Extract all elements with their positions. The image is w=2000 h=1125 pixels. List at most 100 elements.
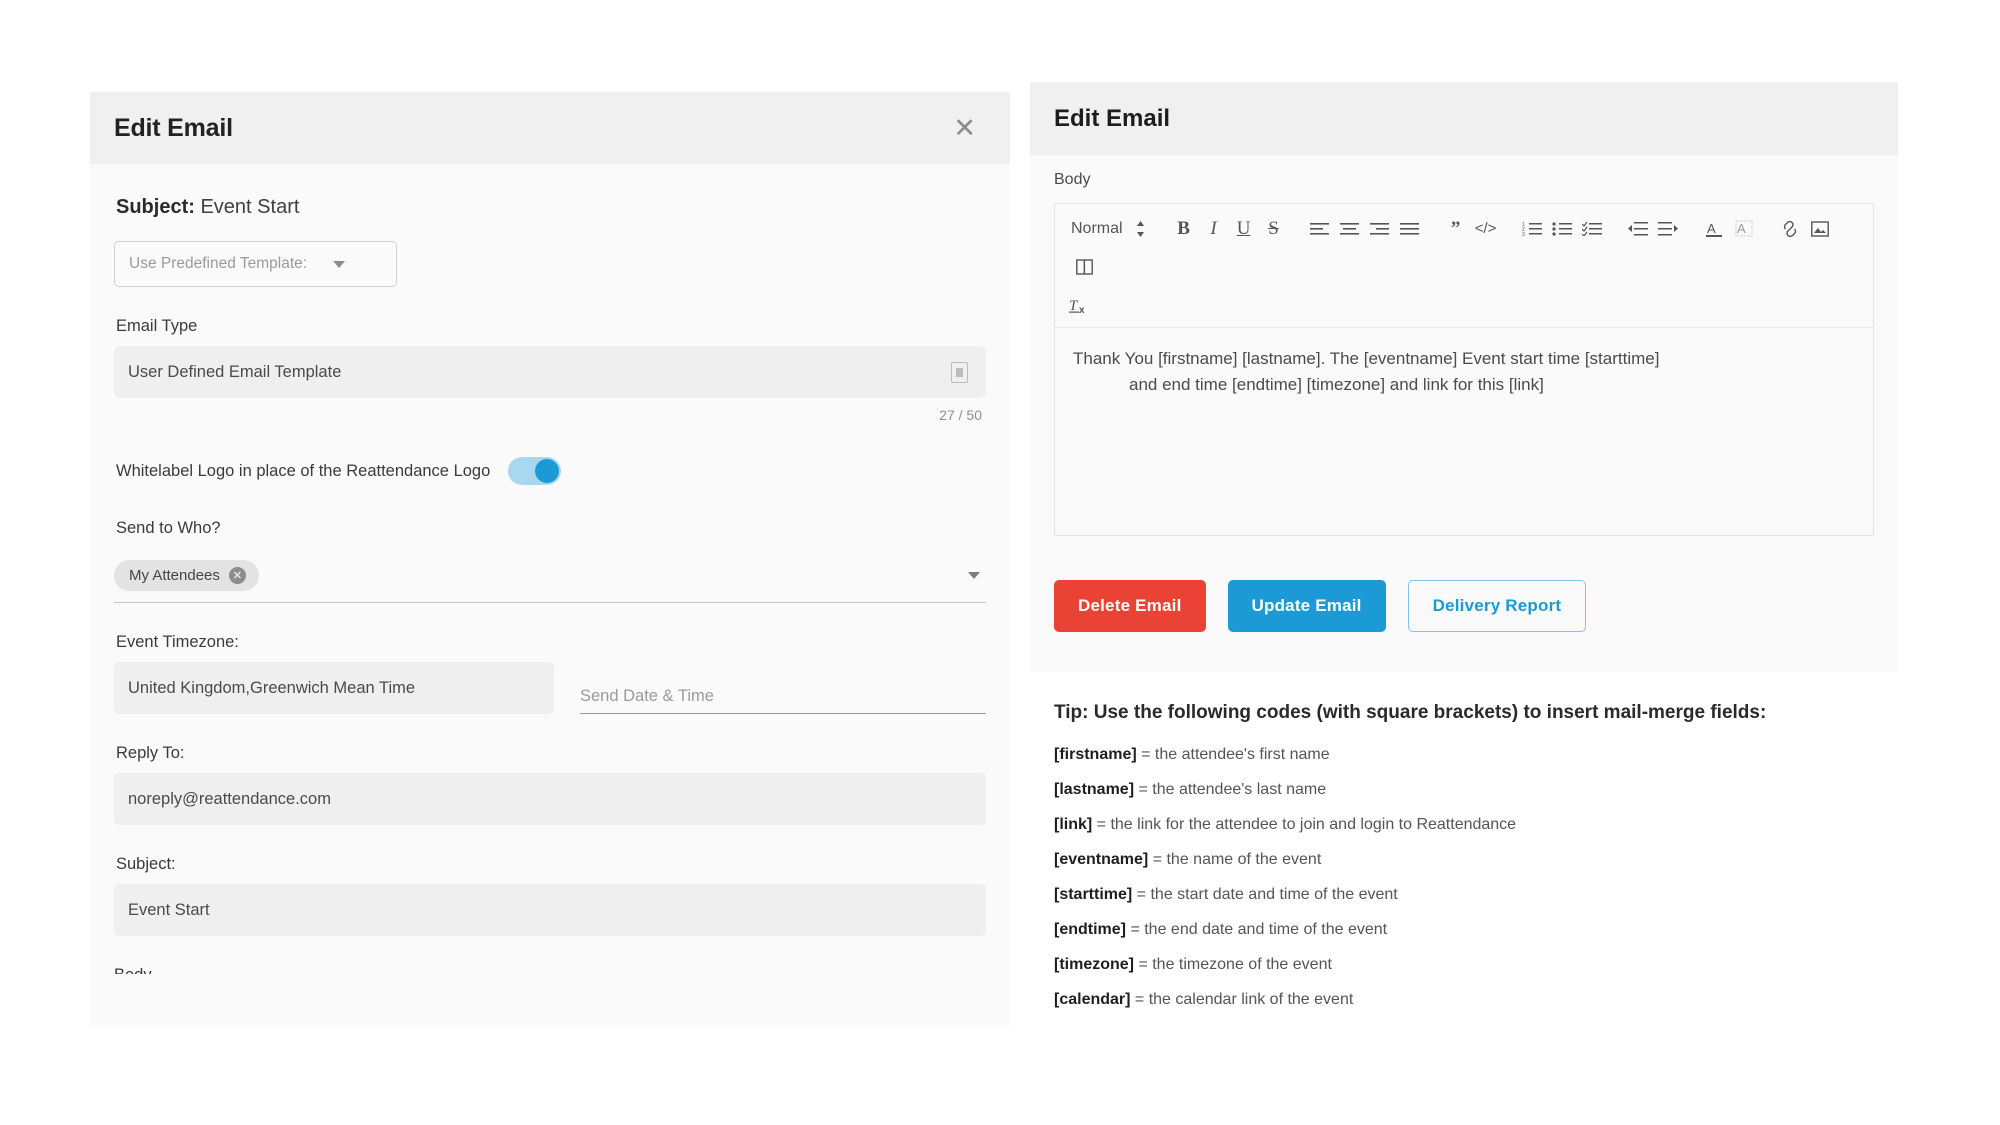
send-date-time-wrap: Send Date & Time <box>580 672 986 714</box>
background-color-icon[interactable]: A <box>1729 214 1759 243</box>
whitelabel-toggle[interactable] <box>508 457 562 485</box>
underline-icon[interactable]: U <box>1229 214 1259 243</box>
tip-desc: = the calendar link of the event <box>1130 991 1354 1008</box>
document-icon <box>951 361 968 383</box>
tip-desc: = the end date and time of the event <box>1126 921 1388 938</box>
reply-to-value: noreply@reattendance.com <box>128 789 331 808</box>
event-timezone-field-wrap: United Kingdom,Greenwich Mean Time <box>114 662 554 714</box>
tip-row: [lastname] = the attendee's last name <box>1054 781 1874 799</box>
close-icon[interactable]: ✕ <box>947 113 982 144</box>
text-color-icon[interactable]: A <box>1699 214 1729 243</box>
tip-desc: = the name of the event <box>1148 851 1322 868</box>
align-center-icon[interactable] <box>1335 214 1365 243</box>
action-buttons: Delete Email Update Email Delivery Repor… <box>1054 536 1874 632</box>
event-timezone-field[interactable]: United Kingdom,Greenwich Mean Time <box>114 662 554 714</box>
email-type-counter: 27 / 50 <box>939 407 982 423</box>
body-label: Body <box>1054 171 1091 188</box>
send-date-time-input[interactable]: Send Date & Time <box>580 672 986 714</box>
whitelabel-toggle-row: Whitelabel Logo in place of the Reattend… <box>114 457 986 485</box>
subject-summary-label: Subject: <box>116 196 195 218</box>
left-panel-body: Subject: Event Start Use Predefined Temp… <box>90 164 1010 974</box>
whitelabel-label: Whitelabel Logo in place of the Reattend… <box>116 461 491 480</box>
outdent-icon[interactable] <box>1623 214 1653 243</box>
tip-code: [link] <box>1054 816 1093 833</box>
tip-row: [firstname] = the attendee's first name <box>1054 746 1874 764</box>
editor-line-1: Thank You [firstname] [lastname]. The [e… <box>1073 349 1660 368</box>
tip-row: [timezone] = the timezone of the event <box>1054 956 1874 974</box>
body-label-cutoff: Body <box>114 966 986 974</box>
align-right-icon[interactable] <box>1365 214 1395 243</box>
recipient-chip-label: My Attendees <box>129 567 220 584</box>
screen: Edit Email ✕ Subject: Event Start Use Pr… <box>0 0 2000 1125</box>
chevron-down-icon <box>333 260 346 268</box>
predefined-template-select[interactable]: Use Predefined Template: <box>114 241 397 287</box>
update-email-button[interactable]: Update Email <box>1227 580 1386 632</box>
chevron-down-icon[interactable] <box>968 572 980 579</box>
format-stepper-icon[interactable] <box>1129 214 1153 243</box>
right-panel-inner: Body Normal B I U S ” </> 1 2 3 A A T x … <box>1030 155 1898 632</box>
align-left-icon[interactable] <box>1305 214 1335 243</box>
blockquote-icon[interactable]: ” <box>1441 214 1471 243</box>
subject-field-label: Subject: <box>116 855 176 873</box>
event-timezone-label: Event Timezone: <box>116 633 239 651</box>
send-to-who-select[interactable]: My Attendees ✕ <box>114 560 986 603</box>
tip-title: Tip: Use the following codes (with squar… <box>1054 702 1767 723</box>
right-panel-header: Edit Email <box>1030 82 1898 155</box>
right-panel-title: Edit Email <box>1054 104 1171 132</box>
image-icon[interactable] <box>1805 214 1835 243</box>
subject-field[interactable]: Event Start <box>114 884 986 936</box>
event-timezone-value: United Kingdom,Greenwich Mean Time <box>128 678 416 697</box>
subject-field-value: Event Start <box>128 900 210 919</box>
tip-desc: = the attendee's first name <box>1136 746 1330 763</box>
strikethrough-icon[interactable]: S <box>1259 214 1289 243</box>
tip-code: [endtime] <box>1054 921 1126 938</box>
edit-email-left-panel: Edit Email ✕ Subject: Event Start Use Pr… <box>90 92 1010 1027</box>
toggle-knob <box>535 459 560 483</box>
send-to-who-label: Send to Who? <box>116 519 221 537</box>
check-list-icon[interactable] <box>1577 214 1607 243</box>
clear-formatting-icon[interactable]: Tx <box>1069 290 1859 319</box>
tip-code: [starttime] <box>1054 886 1133 903</box>
page-title: Edit Email <box>114 113 233 142</box>
timezone-date-row: United Kingdom,Greenwich Mean Time Send … <box>114 662 986 714</box>
tip-desc: = the link for the attendee to join and … <box>1092 816 1517 833</box>
svg-text:A: A <box>1737 221 1746 236</box>
close-circle-icon[interactable]: ✕ <box>228 567 246 584</box>
svg-text:x: x <box>1079 305 1085 315</box>
subject-summary: Subject: Event Start <box>116 196 986 219</box>
recipient-chip[interactable]: My Attendees ✕ <box>114 560 259 591</box>
tip-code: [calendar] <box>1054 991 1131 1008</box>
editor-content[interactable]: Thank You [firstname] [lastname]. The [e… <box>1055 328 1873 535</box>
video-icon[interactable] <box>1069 252 1099 281</box>
indent-icon[interactable] <box>1653 214 1683 243</box>
link-icon[interactable] <box>1775 214 1805 243</box>
email-type-label: Email Type <box>116 317 198 335</box>
email-type-field[interactable]: User Defined Email Template <box>114 346 986 398</box>
svg-text:A: A <box>1707 221 1716 236</box>
reply-to-label: Reply To: <box>116 744 185 762</box>
tip-desc: = the start date and time of the event <box>1132 886 1398 903</box>
reply-to-field[interactable]: noreply@reattendance.com <box>114 773 986 825</box>
delete-email-button[interactable]: Delete Email <box>1054 580 1206 632</box>
align-justify-icon[interactable] <box>1395 214 1425 243</box>
tip-row: [eventname] = the name of the event <box>1054 851 1874 869</box>
format-select[interactable]: Normal <box>1069 214 1129 243</box>
mail-merge-tip: Tip: Use the following codes (with squar… <box>1030 672 1898 1046</box>
tip-row: [calendar] = the calendar link of the ev… <box>1054 991 1874 1009</box>
tip-rows: [firstname] = the attendee's first name … <box>1054 746 1874 1009</box>
italic-icon[interactable]: I <box>1199 214 1229 243</box>
bold-icon[interactable]: B <box>1169 214 1199 243</box>
tip-desc: = the attendee's last name <box>1134 781 1327 798</box>
bullet-list-icon[interactable] <box>1547 214 1577 243</box>
delivery-report-button[interactable]: Delivery Report <box>1407 580 1587 632</box>
rich-text-editor: Normal B I U S ” </> 1 2 3 A A T x Thank… <box>1054 203 1874 536</box>
tip-row: [starttime] = the start date and time of… <box>1054 886 1874 904</box>
tip-code: [lastname] <box>1054 781 1135 798</box>
code-block-icon[interactable]: </> <box>1471 214 1501 243</box>
ordered-list-icon[interactable]: 123 <box>1517 214 1547 243</box>
edit-email-right-panel: Edit Email Body Normal B I U S ” </> 1 2… <box>1030 82 1898 672</box>
tip-desc: = the timezone of the event <box>1134 956 1332 973</box>
editor-toolbar: Normal B I U S ” </> 1 2 3 A A T x <box>1055 204 1873 328</box>
send-date-time-placeholder: Send Date & Time <box>580 687 714 705</box>
predefined-template-placeholder: Use Predefined Template: <box>129 255 308 272</box>
